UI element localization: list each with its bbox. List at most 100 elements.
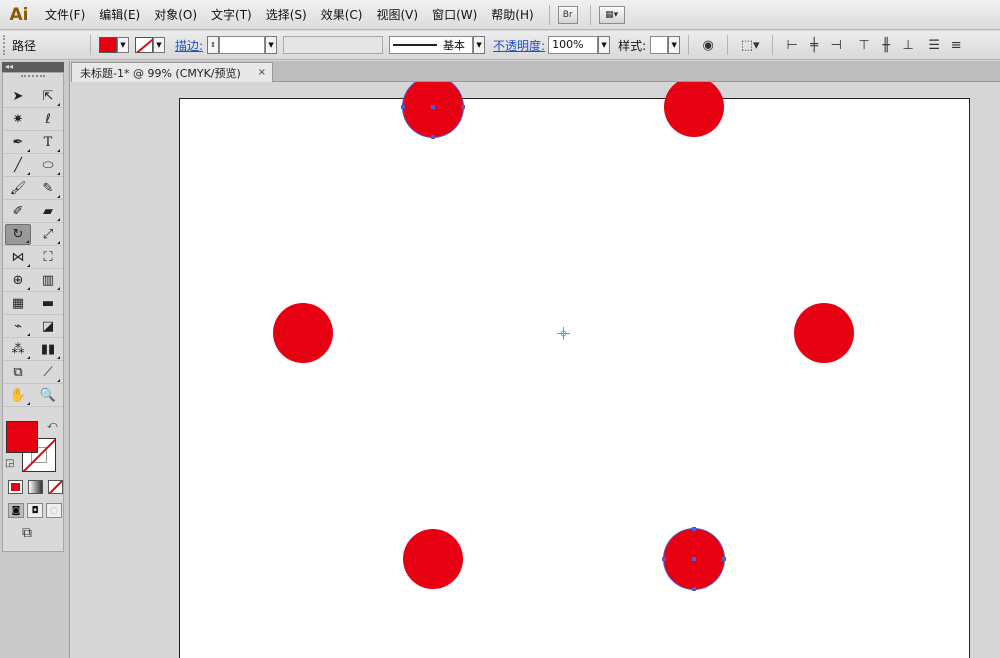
canvas-area[interactable]: [71, 82, 1000, 658]
brush-definition-field[interactable]: 基本: [389, 36, 474, 54]
style-label: 样式:: [618, 38, 647, 53]
perspective-grid-tool-icon[interactable]: ▥: [35, 270, 61, 291]
scale-tool-icon[interactable]: ⤢: [35, 224, 61, 245]
stroke-color-swatch[interactable]: [135, 37, 153, 53]
distribute-top-icon[interactable]: ☰: [925, 36, 943, 54]
stroke-weight-input[interactable]: [219, 36, 266, 54]
column-graph-tool-icon[interactable]: ▮▮: [35, 339, 61, 360]
fill-color-swatch[interactable]: [99, 37, 117, 53]
app-logo: Ai: [9, 4, 29, 25]
align-bottom-icon[interactable]: ⊥: [899, 36, 917, 54]
circle-middle-left[interactable]: [273, 303, 333, 363]
workspace-switcher-icon[interactable]: ▦▾: [598, 5, 625, 24]
style-dropdown-icon[interactable]: ▼: [668, 36, 681, 54]
gradient-mode-button[interactable]: [28, 480, 43, 494]
color-mode-button[interactable]: [8, 480, 23, 494]
screen-mode-icon[interactable]: ⧉: [22, 525, 32, 541]
opacity-input[interactable]: 100%: [548, 36, 599, 54]
stroke-profile-label: 基本: [443, 39, 466, 52]
direct-selection-tool-icon[interactable]: ⇱: [35, 86, 61, 107]
menu-help[interactable]: 帮助(H): [484, 6, 540, 23]
stroke-weight-stepper-icon[interactable]: ⇕: [207, 36, 220, 54]
eyedropper-tool-icon[interactable]: ⌁: [5, 316, 31, 337]
width-tool-icon[interactable]: ⋈: [5, 247, 31, 268]
align-right-icon[interactable]: ⊣: [827, 36, 845, 54]
rotate-tool-icon[interactable]: ↻: [5, 223, 31, 245]
stroke-label[interactable]: 描边:: [175, 37, 203, 54]
circle-bottom-right[interactable]: [662, 527, 726, 591]
pencil-tool-icon[interactable]: ✎: [35, 178, 61, 199]
toolbox-header[interactable]: ◂◂: [2, 62, 64, 72]
align-top-icon[interactable]: ⊤: [855, 36, 873, 54]
toolbox-grip-icon[interactable]: [21, 75, 45, 83]
shape-builder-tool-icon[interactable]: ⊕: [5, 270, 31, 291]
mesh-tool-icon[interactable]: ▦: [5, 293, 31, 314]
paintbrush-tool-icon[interactable]: 🖌: [5, 178, 31, 199]
menu-type[interactable]: 文字(T): [204, 6, 259, 23]
opacity-label[interactable]: 不透明度:: [493, 37, 545, 54]
artboard-tool-icon[interactable]: ⧉: [5, 362, 31, 383]
recolor-artwork-icon[interactable]: ◉: [699, 36, 717, 54]
selection-type-label: 路径: [12, 38, 37, 53]
default-fill-stroke-icon[interactable]: ◲: [5, 458, 14, 469]
gradient-tool-icon[interactable]: ▬: [35, 293, 61, 314]
align-to-icon[interactable]: ⬚▾: [738, 36, 762, 54]
draw-behind-icon[interactable]: ◘: [27, 503, 43, 518]
none-mode-button[interactable]: [48, 480, 63, 494]
zoom-tool-icon[interactable]: 🔍: [35, 385, 61, 406]
control-separator: [688, 35, 690, 55]
free-transform-tool-icon[interactable]: ⛶: [35, 247, 61, 268]
panel-grip-icon[interactable]: [3, 35, 7, 55]
fill-dropdown-icon[interactable]: ▼: [117, 37, 129, 53]
ellipse-tool-icon[interactable]: ⬭: [35, 155, 61, 176]
distribute-vertical-center-icon[interactable]: ≡: [947, 36, 965, 54]
document-tab-title: 未标题-1* @ 99% (CMYK/预览): [80, 66, 241, 80]
draw-inside-icon[interactable]: ◌: [46, 503, 62, 518]
opacity-dropdown-icon[interactable]: ▼: [598, 36, 611, 54]
menu-object[interactable]: 对象(O): [147, 6, 204, 23]
circle-bottom-left[interactable]: [403, 529, 463, 589]
type-tool-icon[interactable]: T: [35, 132, 61, 153]
stroke-line-preview-icon: [393, 44, 438, 46]
menu-window[interactable]: 窗口(W): [425, 6, 484, 23]
close-tab-icon[interactable]: ×: [258, 67, 266, 78]
menu-view[interactable]: 视图(V): [369, 6, 425, 23]
menu-effect[interactable]: 效果(C): [314, 6, 370, 23]
line-segment-tool-icon[interactable]: ╱: [5, 155, 31, 176]
brush-dropdown-icon[interactable]: ▼: [473, 36, 486, 54]
control-bar: 路径 ▼ ▼ 描边: ⇕ ▼ 基本 ▼ 不透明度: 100% ▼ 样式: ▼ ◉…: [0, 31, 1000, 60]
menu-select[interactable]: 选择(S): [259, 6, 314, 23]
menu-edit[interactable]: 编辑(E): [92, 6, 147, 23]
menu-file[interactable]: 文件(F): [38, 6, 92, 23]
draw-normal-icon[interactable]: ◙: [8, 503, 24, 518]
align-left-icon[interactable]: ⊢: [783, 36, 801, 54]
hand-tool-icon[interactable]: ✋: [5, 385, 31, 406]
blend-tool-icon[interactable]: ◪: [35, 316, 61, 337]
eraser-tool-icon[interactable]: ▰: [35, 201, 61, 222]
align-horizontal-center-icon[interactable]: ╪: [805, 36, 823, 54]
align-vertical-center-icon[interactable]: ╫: [877, 36, 895, 54]
artboard[interactable]: [179, 98, 970, 658]
pen-tool-icon[interactable]: ✒: [5, 132, 31, 153]
bridge-button[interactable]: Br: [557, 5, 578, 24]
stroke-dropdown-icon[interactable]: ▼: [153, 37, 165, 53]
selection-tool-icon[interactable]: ➤: [5, 86, 31, 107]
rotation-origin-icon[interactable]: [557, 327, 570, 340]
control-separator: [90, 35, 91, 55]
control-separator: [772, 35, 774, 55]
swap-fill-stroke-icon[interactable]: ⤺: [47, 420, 58, 431]
slice-tool-icon[interactable]: ⟋: [35, 362, 61, 383]
magic-wand-tool-icon[interactable]: ✷: [5, 109, 31, 130]
menu-separator: [548, 4, 550, 25]
lasso-tool-icon[interactable]: ℓ: [35, 109, 61, 130]
document-tab[interactable]: 未标题-1* @ 99% (CMYK/预览) ×: [71, 62, 273, 82]
graphic-style-swatch[interactable]: [650, 36, 669, 54]
stroke-weight-dropdown-icon[interactable]: ▼: [265, 36, 278, 54]
menu-bar: Ai 文件(F) 编辑(E) 对象(O) 文字(T) 选择(S) 效果(C) 视…: [0, 0, 1000, 30]
circle-middle-right[interactable]: [794, 303, 854, 363]
fill-color-box[interactable]: [6, 421, 38, 453]
variable-width-profile[interactable]: [283, 36, 384, 54]
symbol-sprayer-tool-icon[interactable]: ⁂: [5, 339, 31, 360]
blob-brush-tool-icon[interactable]: ✐: [5, 201, 31, 222]
control-separator: [727, 35, 729, 55]
